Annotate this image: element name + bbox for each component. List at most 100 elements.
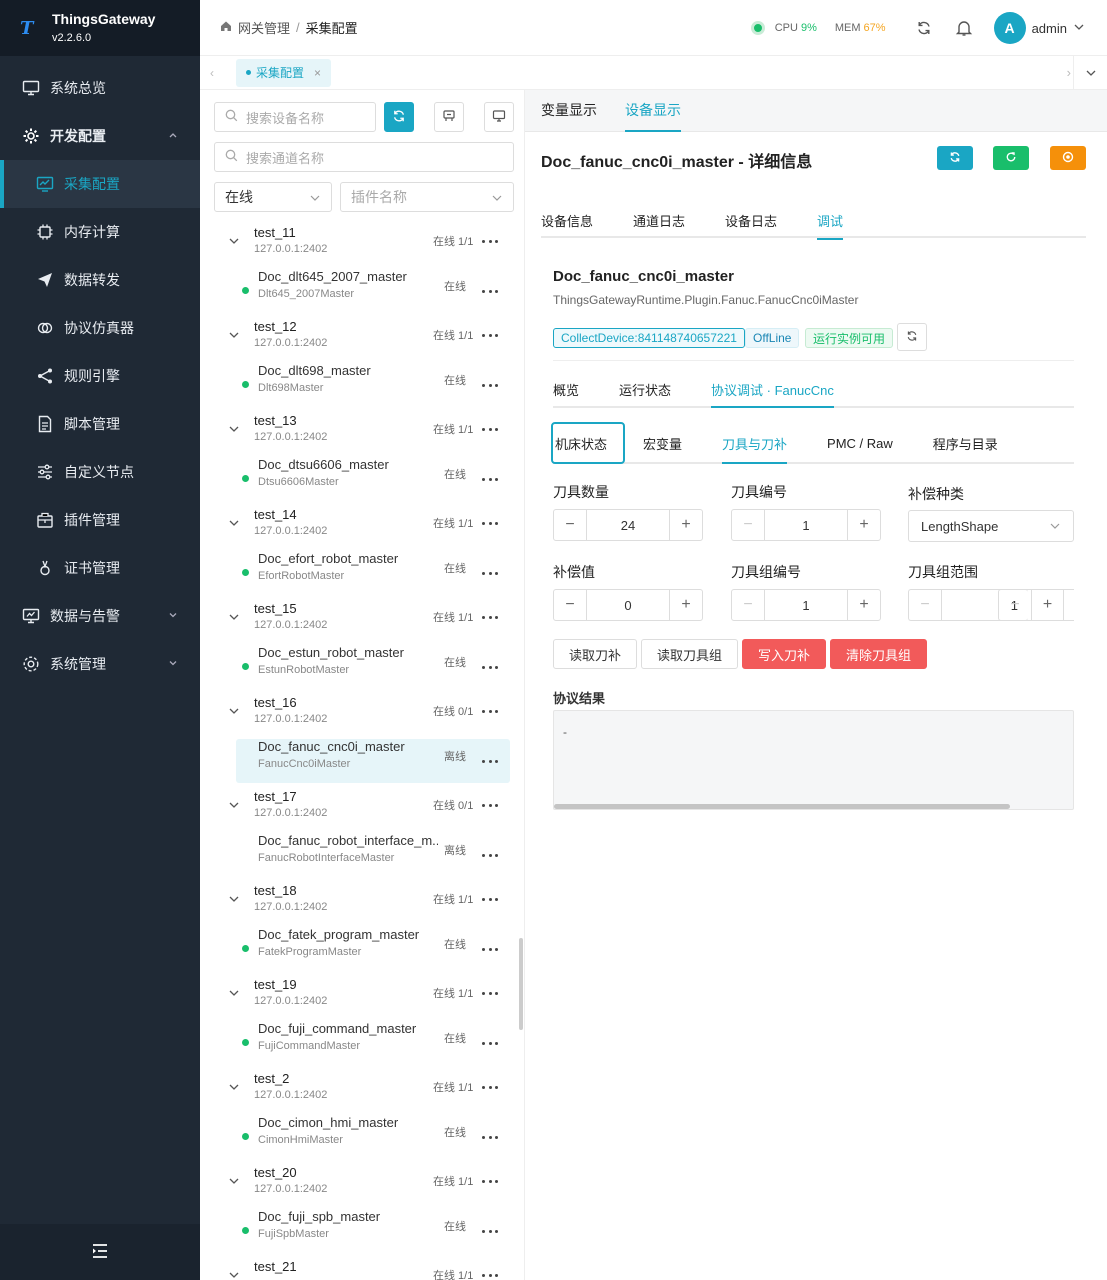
group-range-end-stepper[interactable]: − + 1 bbox=[998, 589, 1074, 621]
more-icon[interactable] bbox=[482, 329, 498, 341]
chevron-down-icon[interactable] bbox=[228, 1269, 240, 1280]
search-device-input[interactable]: 搜索设备名称 bbox=[214, 102, 376, 132]
more-icon[interactable] bbox=[482, 661, 498, 673]
write-offset-button[interactable]: 写入刀补 bbox=[742, 639, 826, 669]
device-row[interactable]: Doc_cimon_hmi_master CimonHmiMaster 在线 bbox=[200, 1115, 520, 1165]
more-icon[interactable] bbox=[482, 1225, 498, 1237]
more-icon[interactable] bbox=[482, 423, 498, 435]
plus-button[interactable]: + bbox=[848, 510, 880, 540]
tool-no-value[interactable]: 1 bbox=[764, 510, 848, 540]
device-row[interactable]: Doc_dlt698_master Dlt698Master 在线 bbox=[200, 363, 520, 413]
plus-button[interactable]: + bbox=[670, 510, 702, 540]
group-no-value[interactable]: 1 bbox=[764, 590, 848, 620]
sidebar-item-system[interactable]: 系统管理 bbox=[0, 640, 200, 688]
restart-button[interactable] bbox=[993, 146, 1029, 170]
tool-no-stepper[interactable]: − 1 + bbox=[731, 509, 881, 541]
channel-row[interactable]: test_14 127.0.0.1:2402 在线 1/1 bbox=[200, 507, 520, 551]
device-row[interactable]: Doc_estun_robot_master EstunRobotMaster 在线 bbox=[200, 645, 520, 695]
device-action-button[interactable] bbox=[434, 102, 464, 132]
device-row[interactable]: Doc_dtsu6606_master Dtsu6606Master 在线 bbox=[200, 457, 520, 507]
breadcrumb-item[interactable]: 网关管理 bbox=[238, 18, 290, 37]
sidebar-item-simulator[interactable]: 协议仿真器 bbox=[0, 304, 200, 352]
tabs-scroll-right-icon[interactable]: › bbox=[1067, 65, 1071, 80]
more-icon[interactable] bbox=[482, 1131, 498, 1143]
channel-row[interactable]: test_20 127.0.0.1:2402 在线 1/1 bbox=[200, 1165, 520, 1209]
minus-button[interactable]: − bbox=[554, 590, 586, 620]
chevron-down-icon[interactable] bbox=[228, 893, 240, 908]
sidebar-item-overview[interactable]: 系统总览 bbox=[0, 64, 200, 112]
tab-programs[interactable]: 程序与目录 bbox=[933, 424, 998, 462]
tool-count-value[interactable]: 24 bbox=[586, 510, 670, 540]
tab-collect-config[interactable]: 采集配置 × bbox=[236, 58, 332, 87]
more-icon[interactable] bbox=[482, 705, 498, 717]
sidebar-item-data-alarm[interactable]: 数据与告警 bbox=[0, 592, 200, 640]
plugin-filter-select[interactable]: 插件名称 bbox=[340, 182, 514, 212]
status-filter-select[interactable]: 在线 bbox=[214, 182, 332, 212]
more-icon[interactable] bbox=[482, 379, 498, 391]
more-icon[interactable] bbox=[482, 943, 498, 955]
result-scrollbar[interactable] bbox=[554, 804, 1010, 809]
tabs-menu-button[interactable] bbox=[1073, 56, 1107, 90]
tab-device-info[interactable]: 设备信息 bbox=[541, 202, 593, 238]
read-offset-button[interactable]: 读取刀补 bbox=[553, 639, 637, 669]
more-icon[interactable] bbox=[482, 285, 498, 297]
sidebar-item-dev-config[interactable]: 开发配置 bbox=[0, 112, 200, 160]
device-row[interactable]: Doc_fuji_command_master FujiCommandMaster… bbox=[200, 1021, 520, 1071]
more-icon[interactable] bbox=[482, 849, 498, 861]
more-icon[interactable] bbox=[482, 1081, 498, 1093]
minus-button[interactable]: − bbox=[554, 510, 586, 540]
more-icon[interactable] bbox=[482, 1269, 498, 1280]
plus-button[interactable]: + bbox=[670, 590, 702, 620]
device-row[interactable]: Doc_fanuc_robot_interface_m... FanucRobot… bbox=[200, 833, 520, 883]
channel-row[interactable]: test_12 127.0.0.1:2402 在线 1/1 bbox=[200, 319, 520, 363]
close-icon[interactable]: × bbox=[314, 66, 321, 80]
tab-tool-offset[interactable]: 刀具与刀补 bbox=[722, 424, 788, 464]
chevron-down-icon[interactable] bbox=[228, 423, 240, 438]
sidebar-item-custom-node[interactable]: 自定义节点 bbox=[0, 448, 200, 496]
sidebar-item-collect-config[interactable]: 采集配置 bbox=[0, 160, 200, 208]
avatar[interactable]: A bbox=[993, 12, 1026, 44]
group-range-end-value[interactable]: 1 bbox=[1063, 590, 1074, 620]
tab-pmc-raw[interactable]: PMC / Raw bbox=[827, 424, 893, 462]
comp-value-stepper[interactable]: − 0 + bbox=[553, 589, 703, 621]
device-row[interactable]: Doc_fuji_spb_master FujiSpbMaster 在线 bbox=[200, 1209, 520, 1259]
comp-value-value[interactable]: 0 bbox=[586, 590, 670, 620]
chevron-down-icon[interactable] bbox=[228, 1081, 240, 1096]
chevron-down-icon[interactable] bbox=[228, 987, 240, 1002]
tree-scrollbar[interactable] bbox=[519, 938, 523, 1030]
tab-machine-status[interactable]: 机床状态 bbox=[551, 422, 625, 464]
view-toggle-button[interactable] bbox=[484, 102, 514, 132]
sidebar-item-scripts[interactable]: 脚本管理 bbox=[0, 400, 200, 448]
tab-device-log[interactable]: 设备日志 bbox=[725, 202, 777, 238]
more-icon[interactable] bbox=[482, 517, 498, 529]
search-channel-input[interactable]: 搜索通道名称 bbox=[214, 142, 514, 172]
channel-row[interactable]: test_18 127.0.0.1:2402 在线 1/1 bbox=[200, 883, 520, 927]
more-icon[interactable] bbox=[482, 799, 498, 811]
more-icon[interactable] bbox=[482, 893, 498, 905]
chevron-down-icon[interactable] bbox=[1073, 21, 1085, 36]
chevron-down-icon[interactable] bbox=[228, 611, 240, 626]
minus-button[interactable]: − bbox=[999, 590, 1031, 620]
channel-row[interactable]: test_15 127.0.0.1:2402 在线 1/1 bbox=[200, 601, 520, 645]
sidebar-collapse-button[interactable] bbox=[0, 1224, 200, 1280]
tab-variables[interactable]: 变量显示 bbox=[541, 89, 597, 131]
more-icon[interactable] bbox=[482, 987, 498, 999]
plus-button[interactable]: + bbox=[1031, 590, 1063, 620]
channel-row[interactable]: test_11 127.0.0.1:2402 在线 1/1 bbox=[200, 225, 520, 269]
chevron-down-icon[interactable] bbox=[228, 517, 240, 532]
channel-row[interactable]: test_21 在线 1/1 bbox=[200, 1259, 520, 1280]
sidebar-item-certificates[interactable]: 证书管理 bbox=[0, 544, 200, 592]
more-icon[interactable] bbox=[482, 1175, 498, 1187]
plus-button[interactable]: + bbox=[848, 590, 880, 620]
comp-type-select[interactable]: LengthShape bbox=[908, 510, 1074, 542]
read-tool-group-button[interactable]: 读取刀具组 bbox=[641, 639, 738, 669]
result-output[interactable]: - bbox=[553, 710, 1074, 810]
more-icon[interactable] bbox=[482, 755, 498, 767]
tab-protocol-debug[interactable]: 协议调试 · FanucCnc bbox=[711, 372, 834, 408]
tool-count-stepper[interactable]: − 24 + bbox=[553, 509, 703, 541]
chevron-down-icon[interactable] bbox=[228, 705, 240, 720]
chevron-down-icon[interactable] bbox=[228, 235, 240, 250]
device-row[interactable]: Doc_efort_robot_master EfortRobotMaster 在线 bbox=[200, 551, 520, 601]
sidebar-item-data-forward[interactable]: 数据转发 bbox=[0, 256, 200, 304]
user-name[interactable]: admin bbox=[1032, 21, 1067, 36]
